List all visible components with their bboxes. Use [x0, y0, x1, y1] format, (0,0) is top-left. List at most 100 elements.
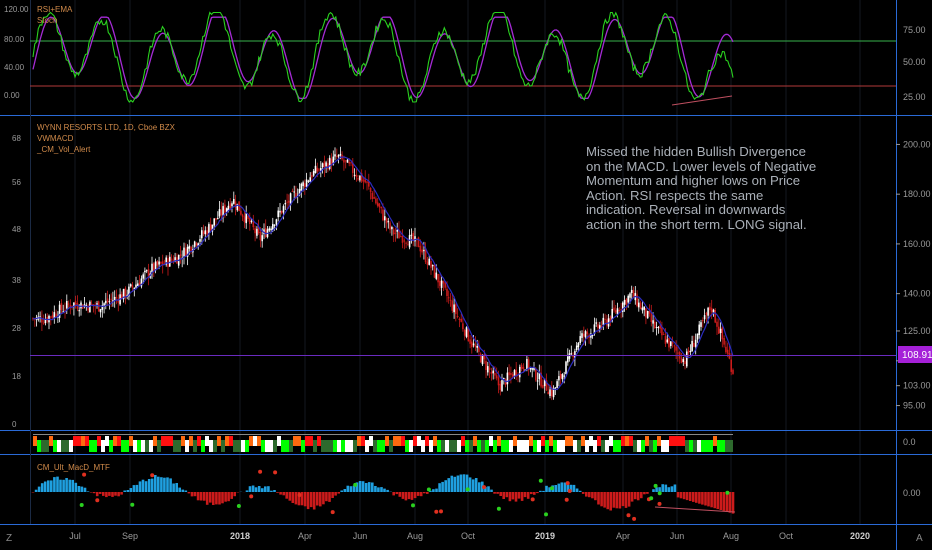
macd-bar-127 — [419, 492, 423, 497]
vol-bar-4 — [49, 436, 53, 446]
candle-body-390 — [725, 346, 727, 353]
candle-body-173 — [339, 153, 342, 156]
candle-body-63 — [144, 270, 146, 273]
candle-body-106 — [220, 209, 223, 216]
candle-body-343 — [641, 307, 644, 311]
rsi-legend-2: Stoch — [37, 16, 57, 25]
vol-bar-141 — [597, 436, 601, 446]
macd-bar-228 — [728, 492, 732, 513]
candle-body-315 — [591, 335, 594, 336]
candle-body-374 — [696, 333, 699, 340]
macd-bar-124 — [410, 492, 414, 500]
macd-bar-181 — [585, 492, 588, 497]
candle-body-211 — [407, 244, 409, 246]
vol-bar-171 — [717, 440, 721, 452]
candle-body-386 — [718, 326, 720, 334]
macd-bar-182 — [588, 492, 591, 498]
vol-bar-51 — [237, 440, 241, 452]
candle-body-97 — [204, 230, 207, 235]
macd-bar-126 — [416, 492, 420, 496]
candle-body-111 — [229, 203, 231, 209]
macd-bar-44 — [166, 477, 169, 492]
candle-body-349 — [652, 320, 654, 324]
vol-bar-50 — [233, 440, 237, 452]
macd-dot-16 — [482, 485, 486, 490]
candle-body-172 — [337, 155, 340, 157]
vol-bar-61 — [277, 436, 281, 446]
macd-bar-152 — [496, 492, 499, 494]
vol-bar-46 — [217, 436, 221, 446]
macd-bar-96 — [325, 492, 328, 502]
candle-body-376 — [700, 322, 702, 327]
vol-bar-172 — [721, 440, 725, 452]
vol-bar-41 — [197, 436, 201, 446]
macd-bar-59 — [212, 492, 215, 505]
macd-dot-0 — [439, 509, 443, 514]
macd-bar-144 — [471, 479, 475, 492]
vol-bar-43 — [205, 436, 209, 446]
vol-bar-96 — [417, 436, 421, 446]
vol-bar-14 — [89, 440, 93, 452]
candle-body-181 — [353, 174, 356, 176]
vol-bar-69 — [309, 436, 313, 446]
vol-bar-58 — [265, 440, 269, 452]
candle-body-89 — [190, 246, 192, 252]
macd-bar-14 — [74, 482, 78, 492]
macd-bar-185 — [597, 492, 600, 505]
macd-bar-162 — [526, 492, 530, 499]
vol-bar-120 — [513, 436, 517, 446]
candle-body-228 — [437, 274, 439, 283]
volume-alert-bars — [33, 434, 733, 452]
price-right-tick-1: 103.00 — [903, 381, 931, 391]
macd-dot-11 — [82, 472, 87, 477]
macd-bar-11 — [65, 478, 68, 492]
candle-body-244 — [465, 327, 468, 337]
macd-bar-71 — [248, 486, 252, 492]
rsi-panel[interactable]: RSI+EMA Stoch 120.00 80.00 40.00 0.00 75.00… — [4, 5, 926, 106]
macd-bar-155 — [505, 492, 509, 498]
candle-body-200 — [387, 221, 390, 223]
candle-body-155 — [307, 180, 310, 182]
vol-bar-49 — [229, 436, 233, 446]
candle-body-96 — [202, 231, 205, 234]
candle-body-140 — [280, 211, 283, 214]
macd-bar-1 — [34, 489, 38, 492]
macd-bar-203 — [652, 489, 655, 492]
macd-bar-53 — [193, 492, 197, 497]
vol-bar-97 — [421, 440, 425, 452]
candle-body-103 — [215, 218, 217, 220]
macd-bar-179 — [578, 490, 582, 492]
macd-bar-112 — [374, 486, 377, 492]
vol-bar-62 — [281, 440, 285, 452]
vol-bar-48 — [225, 436, 229, 446]
macd-bar-151 — [493, 492, 496, 494]
candle-body-327 — [613, 307, 615, 311]
time-label-12: 2020 — [850, 531, 870, 541]
macd-bar-86 — [294, 492, 298, 505]
time-label-4: Jun — [353, 531, 368, 541]
macd-bar-116 — [386, 489, 389, 492]
corner-left-button[interactable]: Z — [6, 533, 12, 544]
vol-bar-67 — [301, 440, 305, 452]
candle-body-262 — [497, 377, 500, 386]
macd-panel[interactable]: CM_Ult_MacD_MTF 0.00 — [31, 463, 921, 521]
vol-bar-170 — [713, 436, 717, 446]
candle-body-346 — [646, 311, 649, 319]
price-legend-1: WYNN RESORTS LTD, 1D, Cboe BZX — [37, 123, 176, 132]
vol-bar-152 — [641, 440, 645, 452]
candle-body-253 — [481, 355, 484, 365]
corner-right-button[interactable]: A — [916, 533, 923, 544]
chart-canvas[interactable]: RSI+EMA Stoch 120.0080.0040.000.00 75.00… — [0, 0, 932, 550]
macd-dot-6 — [530, 497, 535, 502]
vol-bar-162 — [681, 436, 685, 446]
candle-body-351 — [655, 327, 658, 328]
macd-bar-9 — [59, 479, 62, 492]
candle-body-118 — [241, 214, 244, 217]
candle-body-41 — [105, 300, 107, 304]
volume-alert-panel[interactable]: 0.0 — [33, 434, 916, 453]
macd-bar-83 — [285, 492, 288, 499]
time-label-3: Apr — [298, 531, 312, 541]
candle-body-92 — [195, 243, 198, 246]
vol-bar-121 — [517, 440, 521, 452]
candle-body-230 — [440, 280, 443, 288]
